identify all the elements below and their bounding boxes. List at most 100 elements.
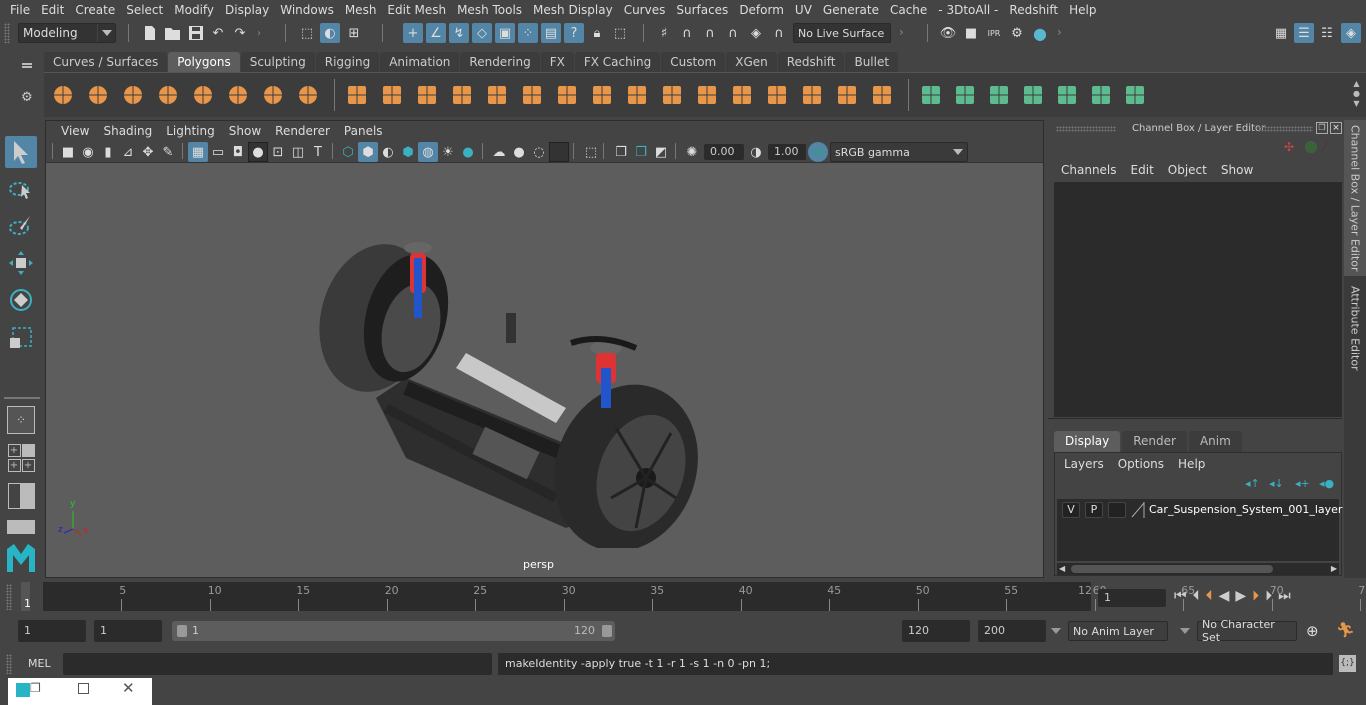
range-bar[interactable]: 1 120 <box>172 621 615 641</box>
move-tool-icon[interactable] <box>5 247 37 279</box>
poly-sphere-icon[interactable] <box>50 82 76 108</box>
select-by-object-icon[interactable]: ◐ <box>320 23 340 43</box>
lasso-tool-icon[interactable] <box>5 174 37 206</box>
snap-curve-icon[interactable]: ∩ <box>677 23 697 43</box>
viewport-menu-panels[interactable]: Panels <box>337 124 390 138</box>
minimized-window[interactable]: ❐ ✕ <box>8 678 152 705</box>
step-forward-frame-icon[interactable]: ⏵︎ <box>1252 588 1259 604</box>
smooth-shade-icon[interactable]: ⬢ <box>358 142 378 162</box>
uv-editor-a-icon[interactable] <box>918 82 944 108</box>
new-scene-icon[interactable] <box>140 23 160 43</box>
screen-space-ao-icon[interactable]: ☁ <box>489 142 509 162</box>
script-editor-icon[interactable]: {;} <box>1339 655 1356 672</box>
select-by-component-icon[interactable]: ⊞ <box>344 23 364 43</box>
collapse-arrow-icon[interactable]: › <box>1057 25 1062 39</box>
range-start-handle[interactable] <box>177 625 187 637</box>
shelf-menu-icon[interactable] <box>22 63 32 65</box>
playback-toggle[interactable]: P <box>1085 502 1103 518</box>
maximize-icon[interactable] <box>78 683 89 694</box>
viewport-menu-lighting[interactable]: Lighting <box>159 124 222 138</box>
menu-modify[interactable]: Modify <box>169 3 219 17</box>
animation-start-field[interactable]: 1 <box>18 620 86 642</box>
snap-grid-icon[interactable]: ♯ <box>654 23 674 43</box>
layer-tab-anim[interactable]: Anim <box>1188 431 1242 452</box>
menu-generate[interactable]: Generate <box>818 3 884 17</box>
menu-curves[interactable]: Curves <box>619 3 671 17</box>
textured-icon[interactable]: ◍ <box>418 142 438 162</box>
animation-preferences-icon[interactable]: 🏃︎ <box>1336 621 1355 639</box>
color-management-toggle-icon[interactable]: ON <box>808 142 828 162</box>
timeline-track[interactable]: 1 51015202530354045505560657075808590951… <box>21 582 1366 611</box>
wireframe-on-shaded-icon[interactable]: ⬢ <box>398 142 418 162</box>
collapse-arrow-icon[interactable]: › <box>899 25 904 39</box>
step-back-frame-icon[interactable]: ⏴︎ <box>1206 588 1213 604</box>
open-scene-icon[interactable] <box>163 23 183 43</box>
uv-cylindrical-icon[interactable] <box>799 82 825 108</box>
gear-icon[interactable]: ⚙ <box>21 90 33 105</box>
motion-blur-icon[interactable]: ● <box>509 142 529 162</box>
manipulator-icon[interactable]: ✣ <box>1284 140 1294 154</box>
xray-components-icon[interactable]: ◩ <box>651 142 671 162</box>
viewport-menu-shading[interactable]: Shading <box>96 124 159 138</box>
live-surface-field[interactable]: No Live Surface <box>793 23 891 43</box>
workspace-selector[interactable]: Modeling <box>18 23 116 43</box>
car-suspension-model[interactable] <box>316 238 716 548</box>
bevel-icon[interactable] <box>659 82 685 108</box>
rotate-tool-icon[interactable] <box>5 284 37 316</box>
drag-handle[interactable] <box>1056 126 1116 132</box>
anim-layer-dropdown[interactable]: No Anim Layer <box>1068 621 1168 641</box>
snap-point-icon[interactable]: ∩ <box>700 23 720 43</box>
uv-unfold-icon[interactable] <box>1020 82 1046 108</box>
snap-live-icon[interactable]: ∩ <box>769 23 789 43</box>
poly-torus-icon[interactable] <box>225 82 251 108</box>
poly-plane-icon[interactable] <box>190 82 216 108</box>
2d-pan-zoom-icon[interactable]: ✥ <box>138 142 158 162</box>
shelf-tab-rigging[interactable]: Rigging <box>315 52 380 72</box>
menu-redshift[interactable]: Redshift <box>1004 3 1063 17</box>
auto-key-icon[interactable]: ⊕ <box>1306 622 1319 640</box>
viewport-menu-view[interactable]: View <box>54 124 96 138</box>
menu-display[interactable]: Display <box>220 3 274 17</box>
shelf-tab-xgen[interactable]: XGen <box>726 52 777 72</box>
paint-select-tool-icon[interactable] <box>5 210 37 242</box>
xray-icon[interactable]: ❐ <box>611 142 631 162</box>
poly-cone-icon[interactable] <box>155 82 181 108</box>
bookmark-icon[interactable]: ▮ <box>98 142 118 162</box>
uv-spherical-icon[interactable] <box>834 82 860 108</box>
lighting-icon[interactable]: ☀ <box>438 142 458 162</box>
poly-pipe-icon[interactable] <box>295 82 321 108</box>
single-pane-layout-icon[interactable]: ⁘ <box>7 406 35 434</box>
visibility-toggle[interactable]: V <box>1062 502 1080 518</box>
restore-icon[interactable]: ❐ <box>30 681 41 695</box>
shelf-tab-animation[interactable]: Animation <box>380 52 460 72</box>
snap-view-plane-icon[interactable]: ∩ <box>723 23 743 43</box>
color-space-dropdown[interactable]: sRGB gamma <box>830 142 968 162</box>
fill-hole-icon[interactable] <box>729 82 755 108</box>
chevron-down-icon[interactable] <box>1051 628 1061 634</box>
display-type-toggle[interactable] <box>1108 502 1126 518</box>
menu-deform[interactable]: Deform <box>734 3 789 17</box>
select-tool-icon[interactable] <box>5 136 37 168</box>
poly-cylinder-icon[interactable] <box>120 82 146 108</box>
extrude-icon[interactable] <box>519 82 545 108</box>
scale-tool-icon[interactable] <box>5 322 37 354</box>
menu-windows[interactable]: Windows <box>275 3 339 17</box>
outliner-layout-icon[interactable] <box>7 518 35 536</box>
help-mode-icon[interactable]: ? <box>564 23 584 43</box>
shelf-tab-redshift[interactable]: Redshift <box>777 52 845 72</box>
smooth-icon[interactable] <box>449 82 475 108</box>
default-material-icon[interactable]: ◐ <box>378 142 398 162</box>
script-language-toggle[interactable]: MEL <box>28 657 51 670</box>
target-weld-icon[interactable] <box>624 82 650 108</box>
hypershade-icon[interactable]: ● <box>1030 23 1050 43</box>
lock-icon[interactable]: 🔒︎ <box>587 23 607 43</box>
gate-mask-icon[interactable]: ● <box>248 142 268 162</box>
uv-automatic-icon[interactable] <box>869 82 895 108</box>
select-uv-icon[interactable]: ◇ <box>472 23 492 43</box>
layer-row[interactable]: V P Car_Suspension_System_001_layer <box>1059 501 1342 519</box>
channel-box-menu-show[interactable]: Show <box>1214 163 1260 177</box>
drag-handle[interactable] <box>4 23 10 43</box>
four-pane-layout-icon[interactable]: + + + <box>7 444 35 472</box>
viewport-menu-show[interactable]: Show <box>222 124 268 138</box>
layer-menu-layers[interactable]: Layers <box>1057 457 1111 471</box>
